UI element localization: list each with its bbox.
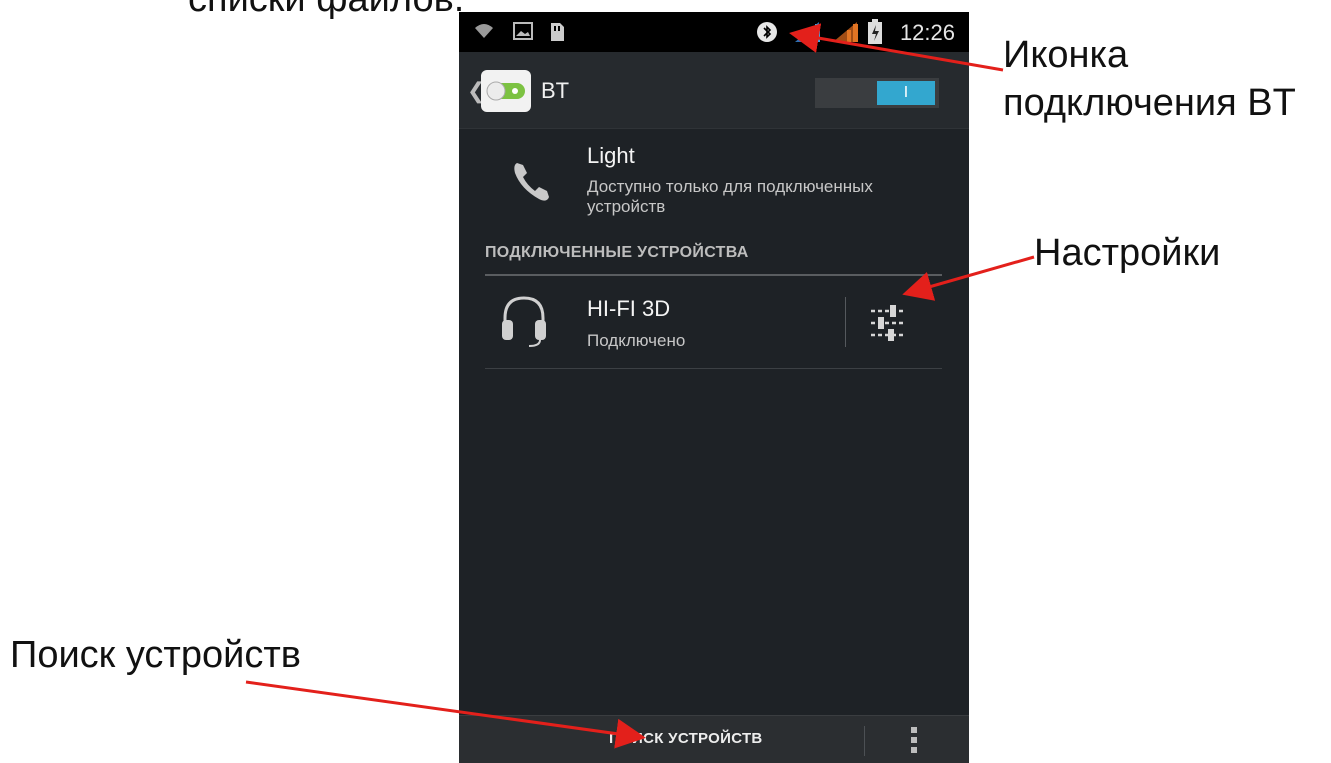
status-bar: 12:26 — [459, 12, 969, 52]
section-header-paired: ПОДКЛЮЧЕННЫЕ УСТРОЙСТВА — [485, 244, 749, 261]
bluetooth-connected-icon — [757, 22, 777, 42]
image-icon — [513, 22, 533, 40]
signal-icon — [833, 22, 858, 42]
sd-card-icon — [551, 23, 564, 41]
annotation-settings: Настройки — [1034, 232, 1221, 274]
paired-device-name: HI-FI 3D — [587, 296, 671, 321]
wifi-icon — [475, 24, 493, 38]
item-separator — [845, 297, 846, 347]
page-title: BT — [541, 78, 570, 103]
signal-icon — [795, 22, 820, 42]
search-devices-button[interactable]: ПОИСК УСТРОЙСТВ — [609, 730, 763, 747]
bluetooth-toggle[interactable]: I — [815, 78, 939, 108]
device-name: Light — [587, 143, 635, 168]
bottom-bar: ПОИСК УСТРОЙСТВ — [459, 715, 969, 763]
action-bar: ❮ BT I — [459, 52, 969, 129]
toggle-on-label: I — [877, 81, 935, 105]
phone-screen: 12:26 ❮ BT I Light Доступно только для п… — [459, 12, 969, 763]
device-visibility: Доступно только для подключенных устройс… — [587, 177, 873, 217]
annotation-search: Поиск устройств — [10, 634, 301, 676]
list-divider — [485, 368, 942, 369]
annotation-bt-icon-line2: подключения BT — [1003, 81, 1296, 124]
battery-icon — [868, 19, 882, 44]
section-divider — [485, 274, 942, 276]
overflow-menu-icon[interactable] — [909, 727, 919, 757]
headset-icon — [502, 296, 546, 347]
content-area: Light Доступно только для подключенных у… — [459, 129, 969, 715]
settings-sliders-icon[interactable] — [863, 299, 913, 347]
slide-cut-text: списки файлов. — [188, 0, 464, 21]
bluetooth-app-icon[interactable] — [481, 70, 531, 112]
annotation-bt-icon: Иконка подключения BT — [1003, 32, 1296, 127]
annotation-bt-icon-line1: Иконка — [1003, 34, 1129, 76]
phone-icon — [514, 163, 549, 201]
paired-device-status: Подключено — [587, 331, 686, 350]
clock: 12:26 — [899, 20, 955, 45]
bottom-bar-separator — [864, 726, 865, 756]
